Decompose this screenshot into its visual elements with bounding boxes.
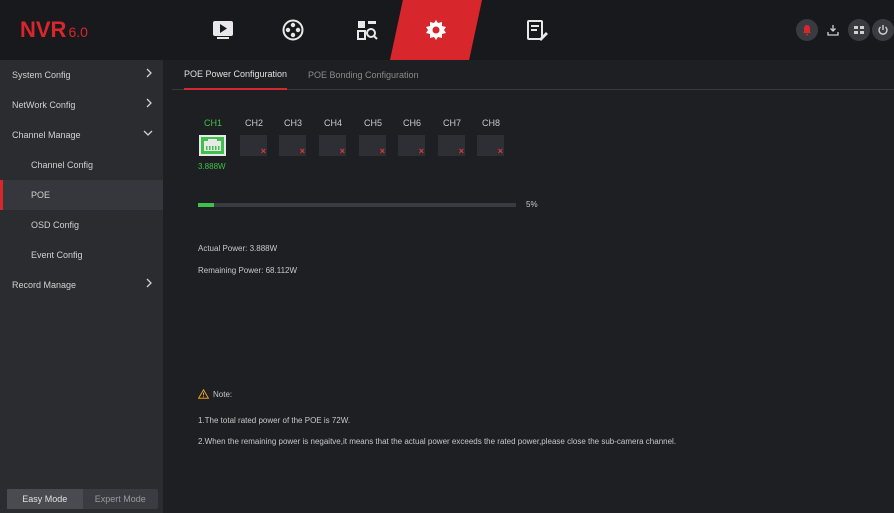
settings-nav[interactable] [390,0,482,60]
sidebar-item-poe[interactable]: POE [0,180,163,210]
expert-mode-button[interactable]: Expert Mode [83,489,159,509]
maintenance-nav[interactable] [502,0,572,60]
channel-port-ch4[interactable]: × [319,135,346,156]
sidebar-item-label: OSD Config [31,220,80,230]
channel-label-ch4: CH4 [323,118,342,128]
download-icon [827,25,839,36]
power-icon [878,25,888,35]
tab-bar: POE Power Configuration POE Bonding Conf… [172,60,894,90]
sidebar: System Config NetWork Config Channel Man… [0,60,163,513]
tab-poe-bonding-configuration[interactable]: POE Bonding Configuration [308,60,419,90]
channel-label-ch8: CH8 [481,118,500,128]
chevron-right-icon [146,278,152,288]
sidebar-item-label: NetWork Config [12,100,76,110]
channel-port-ch3[interactable]: × [279,135,306,156]
download-button[interactable] [822,19,844,41]
sidebar-item-event-config[interactable]: Event Config [0,240,163,270]
channel-port-ch5[interactable]: × [359,135,386,156]
channel-label-ch7: CH7 [442,118,461,128]
channel-label-ch6: CH6 [402,118,421,128]
chevron-right-icon [146,68,152,78]
disconnected-icon: × [339,146,345,156]
top-bar: NVR 6.0 [0,0,894,60]
disconnected-icon: × [299,146,305,156]
channel-port-ch2[interactable]: × [240,135,267,156]
sidebar-item-channel-config[interactable]: Channel Config [0,150,163,180]
disconnected-icon: × [260,146,266,156]
search-nav[interactable] [332,0,402,60]
chevron-down-icon [143,130,153,136]
playback-icon [213,21,233,39]
channel-port-ch8[interactable]: × [477,135,504,156]
channel-port-ch6[interactable]: × [398,135,425,156]
sidebar-item-label: Event Config [31,250,83,260]
device-icon [854,26,864,34]
disconnected-icon: × [458,146,464,156]
alarm-icon [803,25,811,36]
power-usage-fill [198,203,214,207]
channel-port-ch1[interactable] [199,135,226,156]
note-header: Note: [198,389,232,399]
network-icon [282,19,304,41]
easy-mode-button[interactable]: Easy Mode [7,489,83,509]
disconnected-icon: × [418,146,424,156]
ethernet-port-icon [204,139,221,151]
sidebar-item-label: Channel Config [31,160,94,170]
channel-label-ch5: CH5 [363,118,382,128]
sidebar-item-osd-config[interactable]: OSD Config [0,210,163,240]
sidebar-item-label: Channel Manage [12,130,81,140]
maintenance-icon [527,20,548,41]
power-usage-percent: 5% [526,200,538,209]
channel-port-ch7[interactable]: × [438,135,465,156]
search-icon [357,21,378,40]
device-button[interactable] [848,19,870,41]
disconnected-icon: × [497,146,503,156]
sidebar-item-label: POE [31,190,51,200]
tab-poe-power-configuration[interactable]: POE Power Configuration [184,60,288,90]
remaining-power-text: Remaining Power: 68.112W [198,266,298,275]
sidebar-item-record-manage[interactable]: Record Manage [0,270,163,300]
sidebar-item-label: System Config [12,70,71,80]
alarm-button[interactable] [796,19,818,41]
sidebar-item-system-config[interactable]: System Config [0,60,163,90]
channel-label-ch2: CH2 [244,118,263,128]
note-title: Note: [213,389,233,399]
playback-nav[interactable] [188,0,258,60]
chevron-right-icon [146,98,152,108]
power-usage-bar [198,203,516,207]
note-line-2: 2.When the remaining power is negaitve,i… [198,437,677,446]
channel-label-ch3: CH3 [283,118,302,128]
sidebar-item-label: Record Manage [12,280,77,290]
disconnected-icon: × [379,146,385,156]
sidebar-item-network-config[interactable]: NetWork Config [0,90,163,120]
network-nav[interactable] [258,0,328,60]
gear-icon [426,20,446,40]
channel-label-ch1: CH1 [203,118,222,128]
power-button[interactable] [872,19,894,41]
ch1-power-value: 3.888W [198,162,226,171]
logo: NVR 6.0 [20,17,88,42]
mode-switch: Easy Mode Expert Mode [7,489,158,509]
sidebar-item-channel-manage[interactable]: Channel Manage [0,120,163,150]
warning-icon [198,389,209,399]
actual-power-text: Actual Power: 3.888W [198,244,278,253]
note-line-1: 1.The total rated power of the POE is 72… [198,416,351,425]
